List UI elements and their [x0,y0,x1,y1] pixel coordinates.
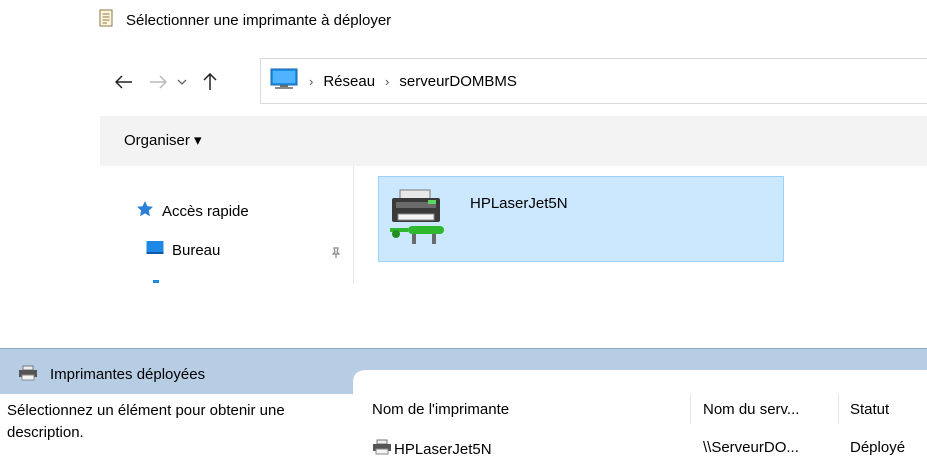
organize-label: Organiser ▾ [124,132,202,149]
command-bar [100,116,927,166]
panel-tab-curve [353,370,927,394]
pane-divider [353,166,354,284]
printer-icon [18,365,38,385]
dialog-title: Sélectionner une imprimante à déployer [98,6,391,34]
computer-icon [269,68,299,94]
column-header-server-name[interactable]: Nom du serv... [703,401,799,418]
deployed-panel-tab: Imprimantes déployées [0,355,353,394]
description-text: Sélectionnez un élément pour obtenir une… [7,402,285,441]
column-divider[interactable] [690,394,691,424]
sidebar-item-desktop[interactable]: Bureau [146,240,220,260]
table-row[interactable]: HPLaserJet5N [372,439,492,459]
pin-icon[interactable] [330,246,342,263]
address-bar[interactable]: › Réseau › serveurDOMBMS [260,58,927,104]
breadcrumb-separator-icon: › [385,73,390,89]
column-header-printer-name[interactable]: Nom de l'imprimante [372,401,509,418]
navigation-pane: Accès rapide Bureau [100,166,353,284]
navigation-bar [110,60,224,104]
printer-name-cell: HPLaserJet5N [394,440,492,458]
sidebar-item-quick-access[interactable]: Accès rapide [136,200,249,222]
organize-button[interactable]: Organiser ▾ [124,131,202,149]
breadcrumb-separator-icon: › [309,73,314,89]
breadcrumb-server[interactable]: serveurDOMBMS [399,73,517,90]
star-icon [136,200,154,222]
server-name-cell: \\ServeurDO... [703,439,799,456]
deployed-panel-title: Imprimantes déployées [50,366,206,383]
breadcrumb-network[interactable]: Réseau [323,73,375,90]
status-cell: Déployé [850,439,906,456]
sidebar-item-label: Bureau [172,241,221,259]
sidebar-item-partial [153,280,159,283]
chevron-down-icon[interactable] [172,68,192,96]
desktop-icon [146,240,164,260]
up-arrow-icon[interactable] [196,68,224,96]
column-divider[interactable] [838,394,839,424]
sidebar-item-label: Accès rapide [162,202,249,220]
printer-icon [372,439,392,459]
forward-arrow-icon[interactable] [144,68,172,96]
network-printer-icon [388,188,448,250]
document-icon [98,9,114,31]
column-header-status[interactable]: Statut [850,401,889,418]
dialog-title-text: Sélectionner une imprimante à déployer [126,11,392,29]
printer-item-label: HPLaserJet5N [470,195,568,212]
back-arrow-icon[interactable] [110,68,138,96]
